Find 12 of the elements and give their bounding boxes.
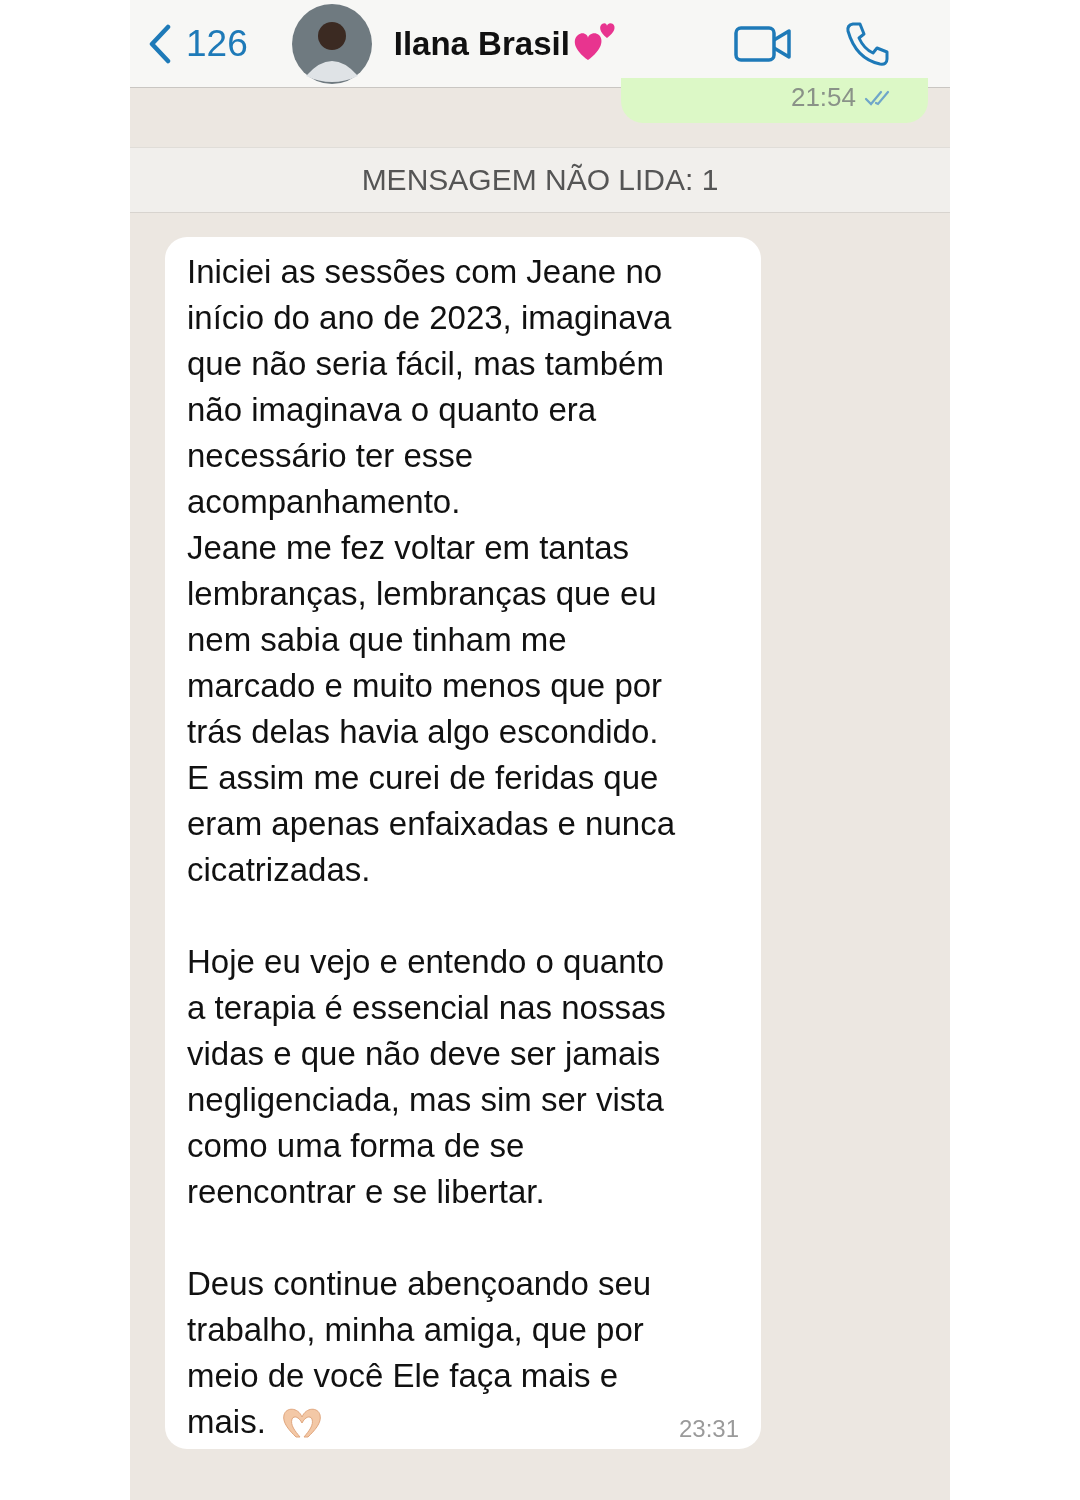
contact-name[interactable]: Ilana Brasil bbox=[393, 24, 570, 63]
video-call-button[interactable] bbox=[734, 25, 792, 62]
video-camera-icon bbox=[734, 25, 792, 62]
voice-call-button[interactable] bbox=[844, 20, 890, 67]
unread-label: MENSAGEM NÃO LIDA: 1 bbox=[361, 163, 719, 197]
message-time: 23:31 bbox=[678, 1415, 739, 1443]
back-chevron-icon bbox=[148, 23, 172, 64]
message-time: 21:54 bbox=[790, 82, 856, 113]
avatar-icon[interactable] bbox=[291, 3, 372, 84]
message-text-line: mais. bbox=[187, 1402, 266, 1442]
phone-icon bbox=[844, 20, 890, 67]
back-button[interactable]: 126 bbox=[148, 22, 248, 65]
